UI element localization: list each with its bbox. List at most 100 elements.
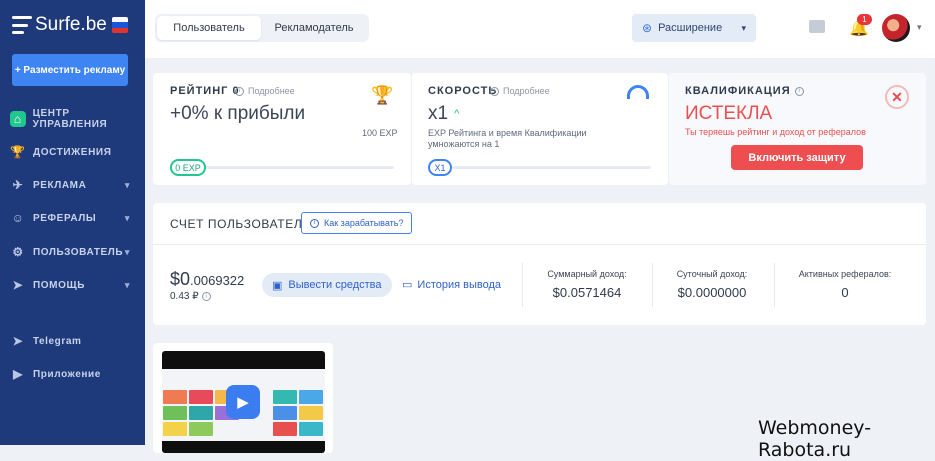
balance-main: $0 [170, 269, 191, 289]
sidebar-item-dashboard[interactable]: ⌂ ЦЕНТР УПРАВЛЕНИЯ [0, 107, 145, 131]
rating-more-label: Подробнее [248, 86, 295, 96]
chevron-down-icon: ▾ [124, 246, 130, 257]
sidebar-link-telegram[interactable]: ➤ Telegram [0, 329, 145, 353]
rating-more-link[interactable]: i Подробнее [235, 86, 295, 96]
trophy-icon: 🏆 [10, 145, 26, 159]
speed-title: СКОРОСТЬ [428, 85, 498, 97]
user-icon: ⚙ [12, 245, 24, 259]
speed-current: X1 [428, 159, 452, 176]
chat-icon[interactable] [809, 20, 825, 33]
account-title: СЧЕТ ПОЛЬЗОВАТЕЛЯ [170, 217, 312, 231]
avatar[interactable] [882, 14, 910, 42]
balance-rub: 0.43 ₽ i [170, 291, 211, 302]
sidebar-item-ads[interactable]: ✈ РЕКЛАМА ▾ [0, 173, 145, 197]
language-flag-icon[interactable] [112, 17, 128, 33]
sidebar-item-label: РЕКЛАМА [33, 179, 87, 191]
sidebar-link-label: Приложение [33, 368, 101, 380]
notification-count-badge: 1 [857, 14, 872, 25]
logo[interactable]: Surfe.be [12, 14, 107, 36]
speed-value: x1 ^ [428, 103, 459, 125]
tab-user[interactable]: Пользователь [157, 16, 261, 40]
enable-protection-button[interactable]: Включить защиту [731, 145, 863, 170]
chevron-down-icon[interactable]: ▾ [917, 22, 922, 33]
speedometer-icon [627, 85, 649, 99]
qualification-card: КВАЛИФИКАЦИЯ i ✕ ИСТЕКЛА Ты теряешь рейт… [669, 73, 926, 185]
speed-multiplier: x1 [428, 103, 449, 124]
qualification-header: КВАЛИФИКАЦИЯ i [685, 85, 808, 97]
withdraw-history-link[interactable]: ▭ История вывода [402, 278, 502, 292]
speed-progress-bar [452, 166, 651, 169]
close-icon: ✕ [885, 85, 909, 109]
rating-card: РЕЙТИНГ 0 i Подробнее 🏆 +0% к прибыли 10… [153, 73, 411, 185]
rating-exp-current: 0 EXP [170, 159, 206, 176]
extension-icon: ⊛ [642, 21, 653, 35]
extension-label: Расширение [658, 22, 723, 34]
withdraw-label: Вывести средства [288, 279, 382, 291]
extension-dropdown[interactable]: ⊛ Расширение ▾ [632, 14, 756, 42]
qualification-title: КВАЛИФИКАЦИЯ [685, 85, 791, 97]
sidebar-link-label: Telegram [33, 335, 82, 347]
rating-title: РЕЙТИНГ 0 [170, 85, 240, 97]
withdraw-button[interactable]: ▣ Вывести средства [262, 273, 392, 297]
account-card: СЧЕТ ПОЛЬЗОВАТЕЛЯ i Как зарабатывать? $0… [153, 203, 926, 325]
sidebar-item-help[interactable]: ➤ ПОМОЩЬ ▾ [0, 273, 145, 297]
balance-rub-value: 0.43 ₽ [170, 291, 199, 302]
withdraw-history-label: История вывода [417, 278, 502, 291]
info-icon[interactable]: i [201, 292, 211, 301]
sidebar-item-referrals[interactable]: ☺ РЕФЕРАЛЫ ▾ [0, 206, 145, 230]
total-income-label: Суммарный доход: [547, 269, 627, 279]
logo-icon [12, 16, 32, 34]
sidebar-item-label: ПОЛЬЗОВАТЕЛЬ [33, 246, 124, 258]
speed-more-link[interactable]: i Подробнее [490, 86, 550, 96]
info-icon: i [235, 86, 244, 96]
sidebar-link-app[interactable]: ▶ Приложение [0, 362, 145, 386]
video-player[interactable]: ▶ [162, 351, 325, 453]
rating-progress-bar [203, 166, 394, 169]
speed-more-label: Подробнее [503, 86, 550, 96]
telegram-icon: ➤ [12, 334, 24, 348]
how-to-earn-label: Как зарабатывать? [324, 218, 404, 228]
video-card: ▶ [153, 343, 333, 453]
sidebar-item-label: РЕФЕРАЛЫ [33, 212, 97, 224]
info-icon: i [490, 86, 499, 96]
play-icon[interactable]: ▶ [226, 385, 260, 419]
trophy-icon: 🏆 [371, 85, 394, 105]
active-referrals-label: Активных рефералов: [798, 269, 892, 279]
wallet-icon: ▣ [272, 279, 283, 292]
megaphone-icon: ✈ [12, 178, 24, 192]
sidebar-item-label: ЦЕНТР УПРАВЛЕНИЯ [32, 108, 108, 130]
active-referrals-value: 0 [841, 285, 849, 300]
history-icon: ▭ [402, 279, 413, 291]
qualification-warning: Ты теряешь рейтинг и доход от рефералов [685, 127, 866, 137]
rating-profit: +0% к прибыли [170, 103, 306, 124]
chevron-down-icon: ▾ [741, 22, 746, 33]
top-bar: Пользователь Рекламодатель ⊛ Расширение … [145, 0, 935, 58]
place-ad-button[interactable]: + Разместить рекламу [12, 54, 128, 86]
info-icon: i [310, 218, 319, 228]
sidebar: Surfe.be + Разместить рекламу ⌂ ЦЕНТР УП… [0, 0, 145, 445]
brand-name: Surfe.be [35, 14, 107, 35]
speed-description: EXP Рейтинга и время Квалификации умножа… [428, 128, 608, 150]
account-mode-tabs: Пользователь Рекламодатель [155, 14, 369, 42]
chevron-down-icon: ▾ [124, 212, 130, 223]
daily-income-label: Суточный доход: [676, 269, 748, 279]
account-header: СЧЕТ ПОЛЬЗОВАТЕЛЯ i Как зарабатывать? [153, 203, 926, 245]
speed-description-line2: умножаются на 1 [428, 138, 500, 149]
sidebar-item-user[interactable]: ⚙ ПОЛЬЗОВАТЕЛЬ ▾ [0, 240, 145, 264]
how-to-earn-button[interactable]: i Как зарабатывать? [301, 212, 413, 234]
chevron-down-icon: ▾ [124, 279, 130, 290]
home-icon: ⌂ [10, 111, 26, 127]
app-icon: ▶ [13, 367, 23, 381]
speed-description-line1: EXP Рейтинга и время Квалификации [428, 128, 587, 138]
info-icon[interactable]: i [794, 86, 808, 96]
speed-card: СКОРОСТЬ i Подробнее x1 ^ EXP Рейтинга и… [411, 73, 668, 185]
sidebar-item-label: ПОМОЩЬ [33, 279, 86, 291]
help-icon: ➤ [12, 278, 24, 292]
balance: $0 .0069322 [170, 269, 244, 290]
balance-fraction: .0069322 [190, 273, 245, 288]
chevron-down-icon: ▾ [124, 179, 130, 190]
daily-income-value: $0.0000000 [677, 285, 747, 300]
rating-exp-target: 100 EXP [362, 128, 398, 138]
tab-advertiser[interactable]: Рекламодатель [261, 16, 367, 40]
sidebar-item-achievements[interactable]: 🏆 ДОСТИЖЕНИЯ [0, 140, 145, 164]
